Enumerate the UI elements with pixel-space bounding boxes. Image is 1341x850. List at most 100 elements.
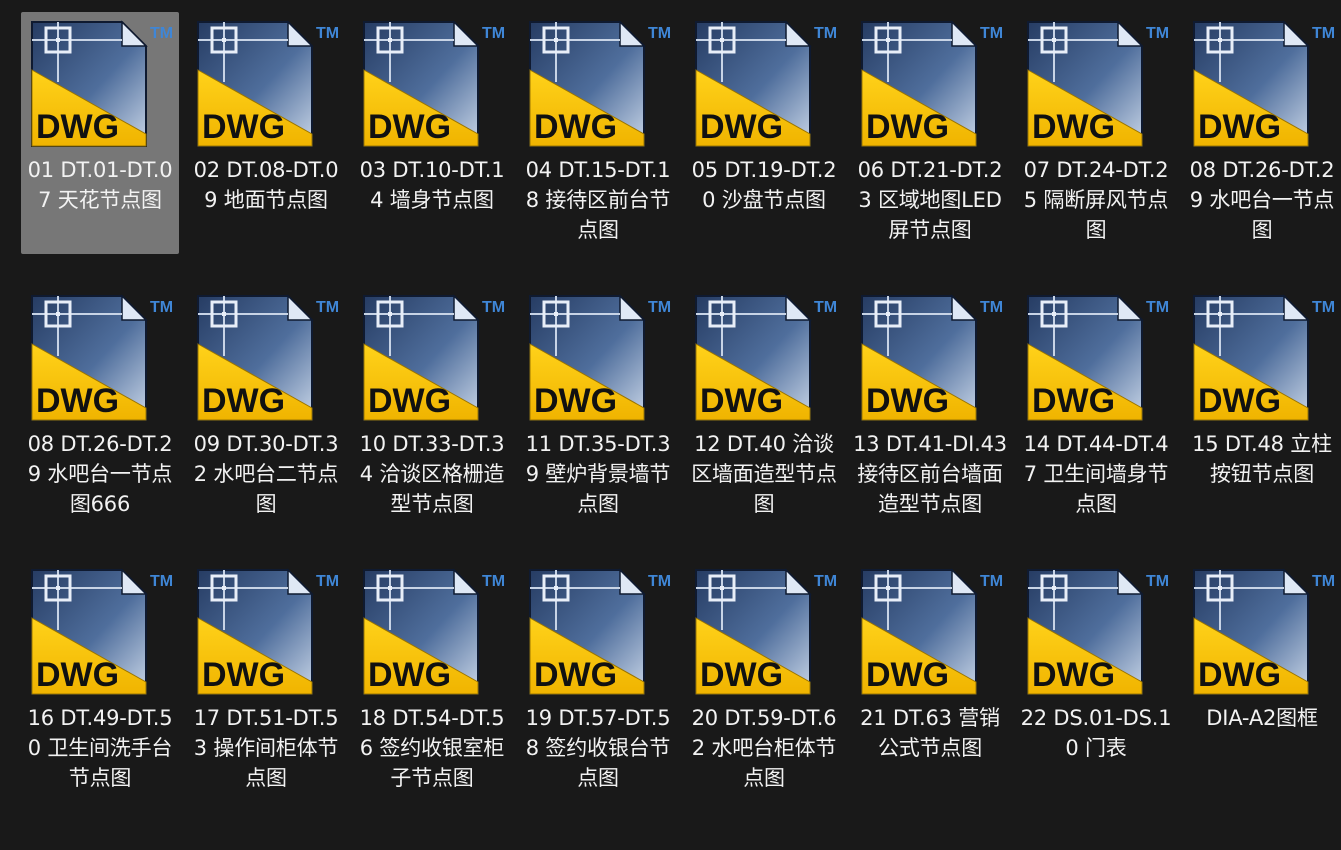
file-item[interactable]: TM DWG 10 DT.33-DT.34 洽谈区格栅造型节点图 [353,286,511,519]
file-thumbnail: TM DWG [522,286,674,430]
trademark-label: TM [1146,299,1169,316]
file-thumbnail: TM DWG [854,12,1006,156]
file-item[interactable]: TM DWG 14 DT.44-DT.47 卫生间墙身节点图 [1017,286,1175,519]
file-item[interactable]: TM DWG 19 DT.57-DT.58 签约收银台节点图 [519,560,677,793]
dwg-file-icon: TM DWG [363,568,505,695]
file-thumbnail: TM DWG [190,286,342,430]
file-name: 21 DT.63 营销公式节点图 [860,706,1000,760]
dwg-label: DWG [202,108,285,146]
dwg-file-icon: TM DWG [695,20,837,147]
dwg-label: DWG [202,382,285,420]
dwg-file-icon: TM DWG [1027,20,1169,147]
file-thumbnail: TM DWG [24,286,176,430]
trademark-label: TM [1312,299,1335,316]
file-item[interactable]: TM DWG 08 DT.26-DT.29 水吧台一节点图666 [21,286,179,519]
file-name: 04 DT.15-DT.18 接待区前台节点图 [525,158,671,242]
trademark-label: TM [1312,573,1335,590]
file-name: 08 DT.26-DT.29 水吧台一节点图 [1189,158,1335,242]
dwg-label: DWG [36,108,119,146]
file-item[interactable]: TM DWG 18 DT.54-DT.56 签约收银室柜子节点图 [353,560,511,793]
file-name: 17 DT.51-DT.53 操作间柜体节点图 [193,706,339,790]
dwg-file-icon: TM DWG [31,568,173,695]
file-name: 20 DT.59-DT.62 水吧台柜体节点图 [691,706,837,790]
dwg-label: DWG [1032,656,1115,694]
dwg-file-icon: TM DWG [1193,20,1335,147]
dwg-label: DWG [534,108,617,146]
file-item[interactable]: TM DWG 22 DS.01-DS.10 门表 [1017,560,1175,763]
file-thumbnail: TM DWG [356,560,508,704]
dwg-label: DWG [368,108,451,146]
dwg-file-icon: TM DWG [861,294,1003,421]
file-item[interactable]: TM DWG 17 DT.51-DT.53 操作间柜体节点图 [187,560,345,793]
dwg-file-icon: TM DWG [529,20,671,147]
dwg-file-icon: TM DWG [529,294,671,421]
trademark-label: TM [150,25,173,42]
file-thumbnail: TM DWG [1020,286,1172,430]
trademark-label: TM [316,573,339,590]
dwg-file-icon: TM DWG [1193,568,1335,695]
file-thumbnail: TM DWG [688,12,840,156]
file-name: 01 DT.01-DT.07 天花节点图 [27,158,173,212]
file-name: 09 DT.30-DT.32 水吧台二节点图 [193,432,339,516]
file-name: 22 DS.01-DS.10 门表 [1020,706,1172,760]
file-item[interactable]: TM DWG 20 DT.59-DT.62 水吧台柜体节点图 [685,560,843,793]
file-item[interactable]: TM DWG 07 DT.24-DT.25 隔断屏风节点图 [1017,12,1175,245]
dwg-label: DWG [700,108,783,146]
trademark-label: TM [814,573,837,590]
file-name: 19 DT.57-DT.58 签约收银台节点图 [525,706,671,790]
file-item[interactable]: TM DWG 04 DT.15-DT.18 接待区前台节点图 [519,12,677,245]
trademark-label: TM [482,25,505,42]
file-name: 02 DT.08-DT.09 地面节点图 [193,158,339,212]
trademark-label: TM [482,573,505,590]
dwg-label: DWG [1198,382,1281,420]
file-name: 14 DT.44-DT.47 卫生间墙身节点图 [1023,432,1169,516]
dwg-file-icon: TM DWG [861,568,1003,695]
file-thumbnail: TM DWG [356,12,508,156]
dwg-label: DWG [36,656,119,694]
dwg-label: DWG [866,108,949,146]
dwg-file-icon: TM DWG [363,20,505,147]
trademark-label: TM [980,25,1003,42]
file-name: 03 DT.10-DT.14 墙身节点图 [359,158,505,212]
trademark-label: TM [980,573,1003,590]
file-name: 06 DT.21-DT.23 区域地图LED屏节点图 [857,158,1003,242]
file-item[interactable]: TM DWG 02 DT.08-DT.09 地面节点图 [187,12,345,215]
trademark-label: TM [150,299,173,316]
file-item[interactable]: TM DWG 01 DT.01-DT.07 天花节点图 [21,12,179,254]
dwg-label: DWG [1032,382,1115,420]
file-item[interactable]: TM DWG 13 DT.41-DI.43 接待区前台墙面造型节点图 [851,286,1009,519]
dwg-label: DWG [368,382,451,420]
dwg-file-icon: TM DWG [31,20,173,147]
trademark-label: TM [814,299,837,316]
file-thumbnail: TM DWG [190,560,342,704]
file-item[interactable]: TM DWG 12 DT.40 洽谈区墙面造型节点图 [685,286,843,519]
file-item[interactable]: TM DWG 21 DT.63 营销公式节点图 [851,560,1009,763]
trademark-label: TM [316,299,339,316]
file-item[interactable]: TM DWG 05 DT.19-DT.20 沙盘节点图 [685,12,843,215]
file-name: 15 DT.48 立柱按钮节点图 [1192,432,1332,486]
file-item[interactable]: TM DWG 15 DT.48 立柱按钮节点图 [1183,286,1341,489]
dwg-file-icon: TM DWG [197,294,339,421]
file-thumbnail: TM DWG [1186,12,1338,156]
dwg-file-icon: TM DWG [861,20,1003,147]
file-thumbnail: TM DWG [1186,286,1338,430]
file-item[interactable]: TM DWG 11 DT.35-DT.39 壁炉背景墙节点图 [519,286,677,519]
file-name: 11 DT.35-DT.39 壁炉背景墙节点图 [525,432,671,516]
trademark-label: TM [482,299,505,316]
file-thumbnail: TM DWG [854,286,1006,430]
dwg-label: DWG [1198,108,1281,146]
file-item[interactable]: TM DWG 06 DT.21-DT.23 区域地图LED屏节点图 [851,12,1009,245]
trademark-label: TM [980,299,1003,316]
file-item[interactable]: TM DWG 09 DT.30-DT.32 水吧台二节点图 [187,286,345,519]
file-name: 13 DT.41-DI.43 接待区前台墙面造型节点图 [853,432,1007,516]
file-item[interactable]: TM DWG 08 DT.26-DT.29 水吧台一节点图 [1183,12,1341,245]
dwg-file-icon: TM DWG [31,294,173,421]
dwg-file-icon: TM DWG [695,568,837,695]
file-item[interactable]: TM DWG DIA-A2图框 [1183,560,1341,733]
dwg-label: DWG [700,382,783,420]
file-item[interactable]: TM DWG 16 DT.49-DT.50 卫生间洗手台节点图 [21,560,179,793]
file-item[interactable]: TM DWG 03 DT.10-DT.14 墙身节点图 [353,12,511,215]
trademark-label: TM [648,25,671,42]
file-name: DIA-A2图框 [1206,706,1318,730]
dwg-label: DWG [866,656,949,694]
